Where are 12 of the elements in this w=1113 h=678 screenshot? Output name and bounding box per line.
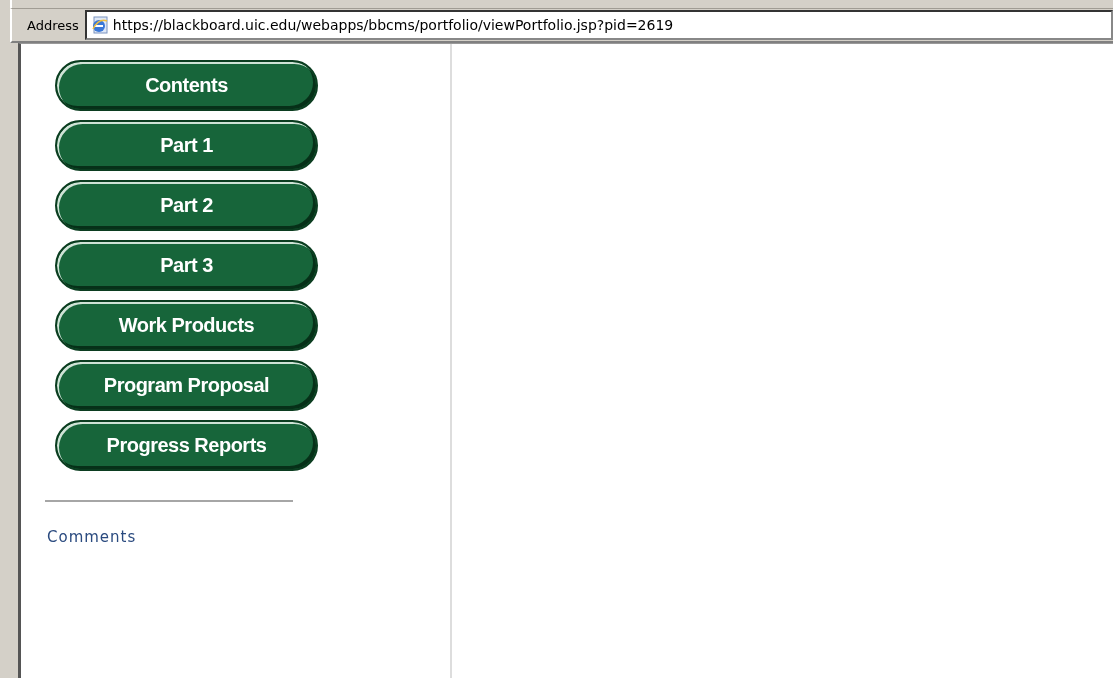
address-field[interactable]: https://blackboard.uic.edu/webapps/bbcms/portfolio/viewPortfolio.jsp?pid=2619 [84, 10, 1113, 40]
url-text: https://blackboard.uic.edu/webapps/bbcms/portfolio/viewPortfolio.jsp?pid=2619 [112, 17, 674, 33]
nav-button[interactable]: Part 2 [55, 180, 318, 231]
address-label: Address [27, 17, 79, 33]
nav-button[interactable]: Part 1 [55, 120, 318, 171]
nav-button[interactable]: Contents [55, 60, 318, 111]
comments-link[interactable]: Comments [47, 528, 137, 546]
nav-button[interactable]: Progress Reports [55, 420, 318, 471]
nav-button[interactable]: Part 3 [55, 240, 318, 291]
nav-button[interactable]: Work Products [55, 300, 318, 351]
nav-button[interactable]: Program Proposal [55, 360, 318, 411]
page-icon [90, 16, 109, 34]
